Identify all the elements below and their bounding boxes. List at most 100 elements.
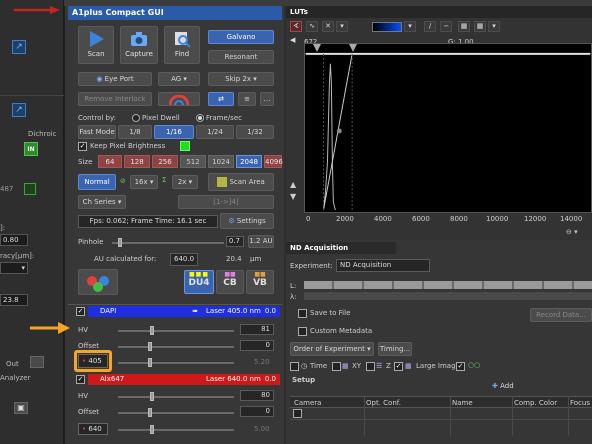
size-2048-button[interactable]: 2048 bbox=[236, 155, 262, 168]
galvano-button[interactable]: Galvano bbox=[208, 30, 274, 44]
pinhole-value[interactable]: 0.7 bbox=[226, 236, 244, 247]
camera-icon[interactable]: ▣ bbox=[14, 402, 28, 414]
keep-brightness-checkbox[interactable]: ✓ bbox=[78, 142, 87, 151]
arrow-up-icon[interactable]: ▲ bbox=[290, 180, 298, 190]
pinhole-au-button[interactable]: 1.2 AU bbox=[248, 235, 274, 248]
ag-dropdown[interactable]: AG ▾ bbox=[158, 72, 200, 86]
lut-reset-icon[interactable]: ✕ bbox=[322, 21, 334, 32]
frame-1-24-button[interactable]: 1/24 bbox=[196, 125, 234, 139]
dapi-offset-slider[interactable] bbox=[118, 346, 234, 348]
settings-button[interactable]: ⚙ Settings bbox=[220, 213, 274, 229]
alx-offset-thumb[interactable] bbox=[148, 408, 152, 417]
lut-grid-icon[interactable]: ▦ bbox=[458, 21, 470, 32]
size-512-button[interactable]: 512 bbox=[180, 155, 206, 168]
scan-mode-button[interactable]: ≡ bbox=[238, 92, 256, 106]
lut-gamma-icon[interactable]: ∽ bbox=[440, 21, 452, 32]
lut-color-swatch[interactable] bbox=[372, 22, 402, 32]
z-tab-label[interactable]: Z bbox=[386, 362, 391, 370]
arrow-down-icon[interactable]: ▼ bbox=[290, 192, 298, 202]
alx-power-thumb[interactable] bbox=[150, 425, 154, 434]
zoom-controls[interactable]: ⊖ ▾ bbox=[566, 228, 592, 238]
size-128-button[interactable]: 128 bbox=[124, 155, 150, 168]
alx-laser-power-field[interactable]: • 640 bbox=[78, 423, 108, 435]
alx-offset-value[interactable]: 0 bbox=[240, 406, 274, 417]
alx-hv-value[interactable]: 80 bbox=[240, 390, 274, 401]
ch-series-dropdown[interactable]: Ch Series ▾ bbox=[78, 195, 126, 209]
value-field-080[interactable]: 0.80 bbox=[0, 234, 28, 246]
lut-handles[interactable] bbox=[313, 44, 361, 54]
remove-interlock-button[interactable]: Remove Interlock bbox=[78, 92, 152, 106]
alx-channel-bar[interactable]: Alx647 Laser 640.0 nm 0.0 bbox=[88, 374, 280, 385]
experiment-field[interactable]: ND Acquisition bbox=[336, 259, 430, 272]
palette-button[interactable] bbox=[78, 269, 118, 295]
out-toggle[interactable] bbox=[30, 356, 44, 368]
dapi-hv-value[interactable]: 81 bbox=[240, 324, 274, 335]
alx-checkbox[interactable]: ✓ bbox=[76, 375, 85, 384]
collapse-icon[interactable]: ◀ bbox=[290, 36, 302, 44]
size-64-button[interactable]: 64 bbox=[98, 155, 122, 168]
eye-port-button[interactable]: ◉ Eye Port bbox=[78, 72, 152, 86]
lut-swatch-dropdown-icon[interactable]: ▾ bbox=[404, 21, 416, 32]
large-image-tab-label[interactable]: Large Image bbox=[416, 362, 460, 370]
dapi-offset-value[interactable]: 0 bbox=[240, 340, 274, 351]
lut-options-dropdown-icon[interactable]: ▾ bbox=[488, 21, 500, 32]
alx-power-slider[interactable] bbox=[118, 429, 234, 431]
normal-mode-button[interactable]: Normal bbox=[78, 174, 116, 190]
dapi-power-thumb[interactable] bbox=[148, 358, 152, 367]
value-field-238[interactable]: 23.8 bbox=[0, 294, 28, 306]
pinhole-slider-thumb[interactable] bbox=[118, 238, 122, 247]
dapi-offset-thumb[interactable] bbox=[148, 342, 152, 351]
expand-icon[interactable]: ↗ bbox=[12, 40, 26, 54]
pinhole-slider[interactable] bbox=[112, 242, 224, 244]
timing-button[interactable]: Timing... bbox=[378, 342, 412, 356]
lut-dropdown-icon[interactable]: ▾ bbox=[336, 21, 348, 32]
record-data-button[interactable]: Record Data... bbox=[530, 308, 592, 322]
size-256-button[interactable]: 256 bbox=[152, 155, 178, 168]
dapi-hv-slider[interactable] bbox=[118, 330, 234, 332]
capture-button[interactable]: Capture bbox=[120, 26, 158, 64]
add-button[interactable]: ✚ Add bbox=[492, 382, 514, 390]
row-checkbox[interactable] bbox=[293, 409, 302, 418]
expand-icon-2[interactable]: ↗ bbox=[12, 103, 26, 117]
accuracy-dropdown[interactable]: ▾ bbox=[0, 262, 28, 274]
zoom-dropdown[interactable]: 16x ▾ bbox=[130, 175, 158, 189]
time-checkbox[interactable] bbox=[290, 362, 299, 371]
gauge-button[interactable] bbox=[158, 92, 200, 106]
lut-linear-icon[interactable]: ∕ bbox=[424, 21, 436, 32]
table-row[interactable] bbox=[290, 408, 592, 420]
more-button[interactable]: … bbox=[260, 92, 274, 106]
dapi-channel-bar[interactable]: DAPI ➠ Laser 405.0 nm 0.0 bbox=[88, 306, 280, 317]
line-average-dropdown[interactable]: 2x ▾ bbox=[172, 175, 198, 189]
order-dropdown[interactable]: Order of Experiment ▾ bbox=[290, 342, 374, 356]
scan-button[interactable]: Scan bbox=[78, 26, 114, 64]
dichroic-in-button[interactable]: IN bbox=[24, 142, 38, 156]
cb-button[interactable]: ■■ CB bbox=[216, 270, 244, 294]
frame-1-16-button[interactable]: 1/16 bbox=[154, 125, 194, 139]
frame-1-8-button[interactable]: 1/8 bbox=[118, 125, 152, 139]
alx-hv-slider[interactable] bbox=[118, 396, 234, 398]
dapi-checkbox[interactable]: ✓ bbox=[76, 307, 85, 316]
vb-button[interactable]: ■■ VB bbox=[246, 270, 274, 294]
large-image-checkbox[interactable]: ✓ bbox=[394, 362, 403, 371]
green-toggle[interactable] bbox=[24, 183, 36, 195]
frame-sec-radio[interactable] bbox=[196, 114, 204, 122]
alx-offset-slider[interactable] bbox=[118, 412, 234, 414]
scan-direction-button[interactable]: ⇄ bbox=[208, 92, 234, 106]
au-wavelength-dropdown[interactable]: 640.0 bbox=[170, 253, 198, 266]
fast-mode-button[interactable]: Fast Mode bbox=[78, 125, 116, 139]
custom-metadata-checkbox[interactable] bbox=[298, 327, 307, 336]
find-button[interactable]: Find bbox=[164, 26, 200, 64]
frame-1-32-button[interactable]: 1/32 bbox=[236, 125, 274, 139]
lambda-checkbox[interactable]: ✓ bbox=[456, 362, 465, 371]
lut-curve-icon[interactable]: ∿ bbox=[306, 21, 318, 32]
xy-tab-label[interactable]: XY bbox=[352, 362, 361, 370]
alx-hv-thumb[interactable] bbox=[150, 392, 154, 401]
size-1024-button[interactable]: 1024 bbox=[208, 155, 234, 168]
pixel-dwell-radio[interactable] bbox=[132, 114, 140, 122]
save-to-file-checkbox[interactable] bbox=[298, 309, 307, 318]
lut-graph-icon[interactable]: ∢ bbox=[290, 21, 302, 32]
dapi-laser-power-field[interactable]: • 405 bbox=[78, 354, 108, 368]
nd-acquisition-tab[interactable]: ND Acquisition bbox=[286, 242, 396, 254]
z-checkbox[interactable] bbox=[366, 362, 375, 371]
ch-range-field[interactable]: [1->]4] bbox=[178, 195, 274, 209]
